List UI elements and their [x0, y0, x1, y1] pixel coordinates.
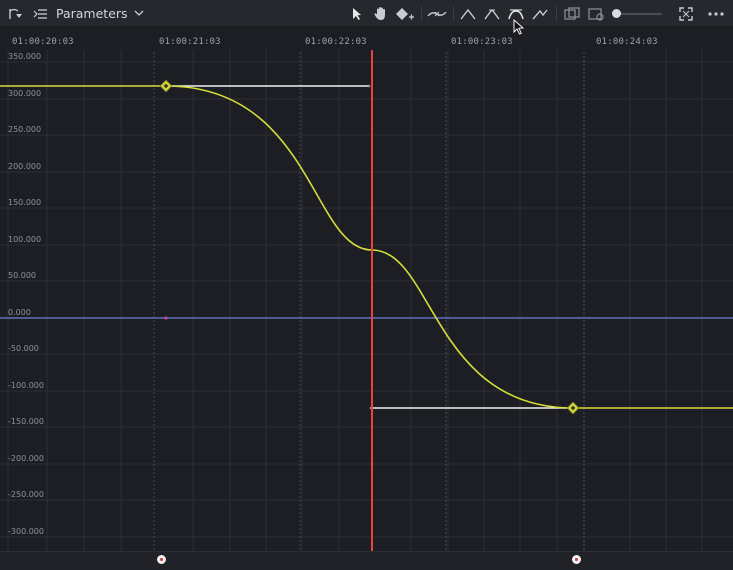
paste-curve-icon [588, 7, 604, 21]
ease-out-icon [532, 9, 548, 19]
paste-curve-button[interactable] [585, 4, 607, 23]
more-options-icon [708, 11, 724, 16]
select-arrow-icon [353, 7, 361, 20]
keyframe-filter-icon [9, 8, 22, 19]
keyframe-marker[interactable] [157, 555, 166, 564]
more-options-button[interactable] [705, 4, 727, 23]
ease-out-button[interactable] [530, 4, 550, 23]
parameters-dropdown[interactable]: Parameters [56, 4, 144, 23]
handle-end-dot [367, 84, 371, 88]
linear-interp-icon [460, 8, 476, 19]
zero-line-dot [164, 316, 168, 320]
value-label: 300.000 [8, 89, 42, 98]
value-label: 250.000 [8, 125, 42, 134]
keyframe-filter-button[interactable] [6, 4, 26, 23]
fit-view-icon [679, 6, 693, 21]
add-keyframe-button[interactable] [394, 4, 416, 23]
hand-pan-icon [374, 7, 385, 20]
toolbar-separator [421, 6, 422, 21]
toolbar-separator [453, 6, 454, 21]
timecode-label: 01:00:21:03 [159, 37, 221, 47]
value-label: 150.000 [8, 198, 42, 207]
value-label: 350.000 [8, 52, 42, 61]
timecode-label: 01:00:22:03 [305, 37, 367, 47]
linear-interp-button[interactable] [458, 4, 478, 23]
zoom-slider[interactable] [610, 0, 666, 27]
fit-view-button[interactable] [676, 4, 696, 23]
graph-toolbar: Parameters [0, 0, 733, 27]
smooth-curve-button[interactable] [426, 4, 448, 23]
keyframe-marker[interactable] [572, 555, 581, 564]
curve-graph[interactable] [0, 0, 733, 569]
copy-curve-icon [564, 6, 580, 20]
value-label: -250.000 [8, 490, 44, 499]
value-label: -100.000 [8, 381, 44, 390]
toolbar-separator [556, 6, 557, 21]
value-label: 0.000 [8, 308, 31, 317]
timecode-label: 01:00:24:03 [596, 37, 658, 47]
keyframe-strip[interactable] [0, 551, 733, 570]
select-tool-button[interactable] [347, 4, 367, 23]
value-label: -150.000 [8, 417, 44, 426]
timecode-label: 01:00:20:03 [12, 37, 74, 47]
zoom-slider-track [614, 13, 662, 15]
value-label: 50.000 [8, 271, 36, 280]
pan-tool-button[interactable] [371, 4, 391, 23]
add-keyframe-icon [396, 7, 414, 20]
smooth-curve-icon [427, 11, 447, 16]
zoom-slider-knob[interactable] [612, 9, 621, 18]
value-label: -300.000 [8, 527, 44, 536]
timecode-label: 01:00:23:03 [451, 37, 513, 47]
timecode-ruler[interactable]: 01:00:20:03 01:00:21:03 01:00:22:03 01:0… [0, 28, 733, 50]
value-label: -200.000 [8, 454, 44, 463]
copy-curve-button[interactable] [561, 4, 583, 23]
list-button[interactable] [30, 4, 50, 23]
value-label: 100.000 [8, 235, 42, 244]
list-icon [33, 8, 47, 19]
ease-in-button[interactable] [482, 4, 502, 23]
value-label: 200.000 [8, 162, 42, 171]
chevron-down-icon [134, 10, 144, 16]
parameters-label: Parameters [56, 6, 128, 21]
mouse-pointer-icon [513, 19, 525, 35]
ease-in-icon [484, 9, 500, 19]
ease-in-out-icon [508, 8, 524, 19]
value-label: -50.000 [8, 344, 39, 353]
